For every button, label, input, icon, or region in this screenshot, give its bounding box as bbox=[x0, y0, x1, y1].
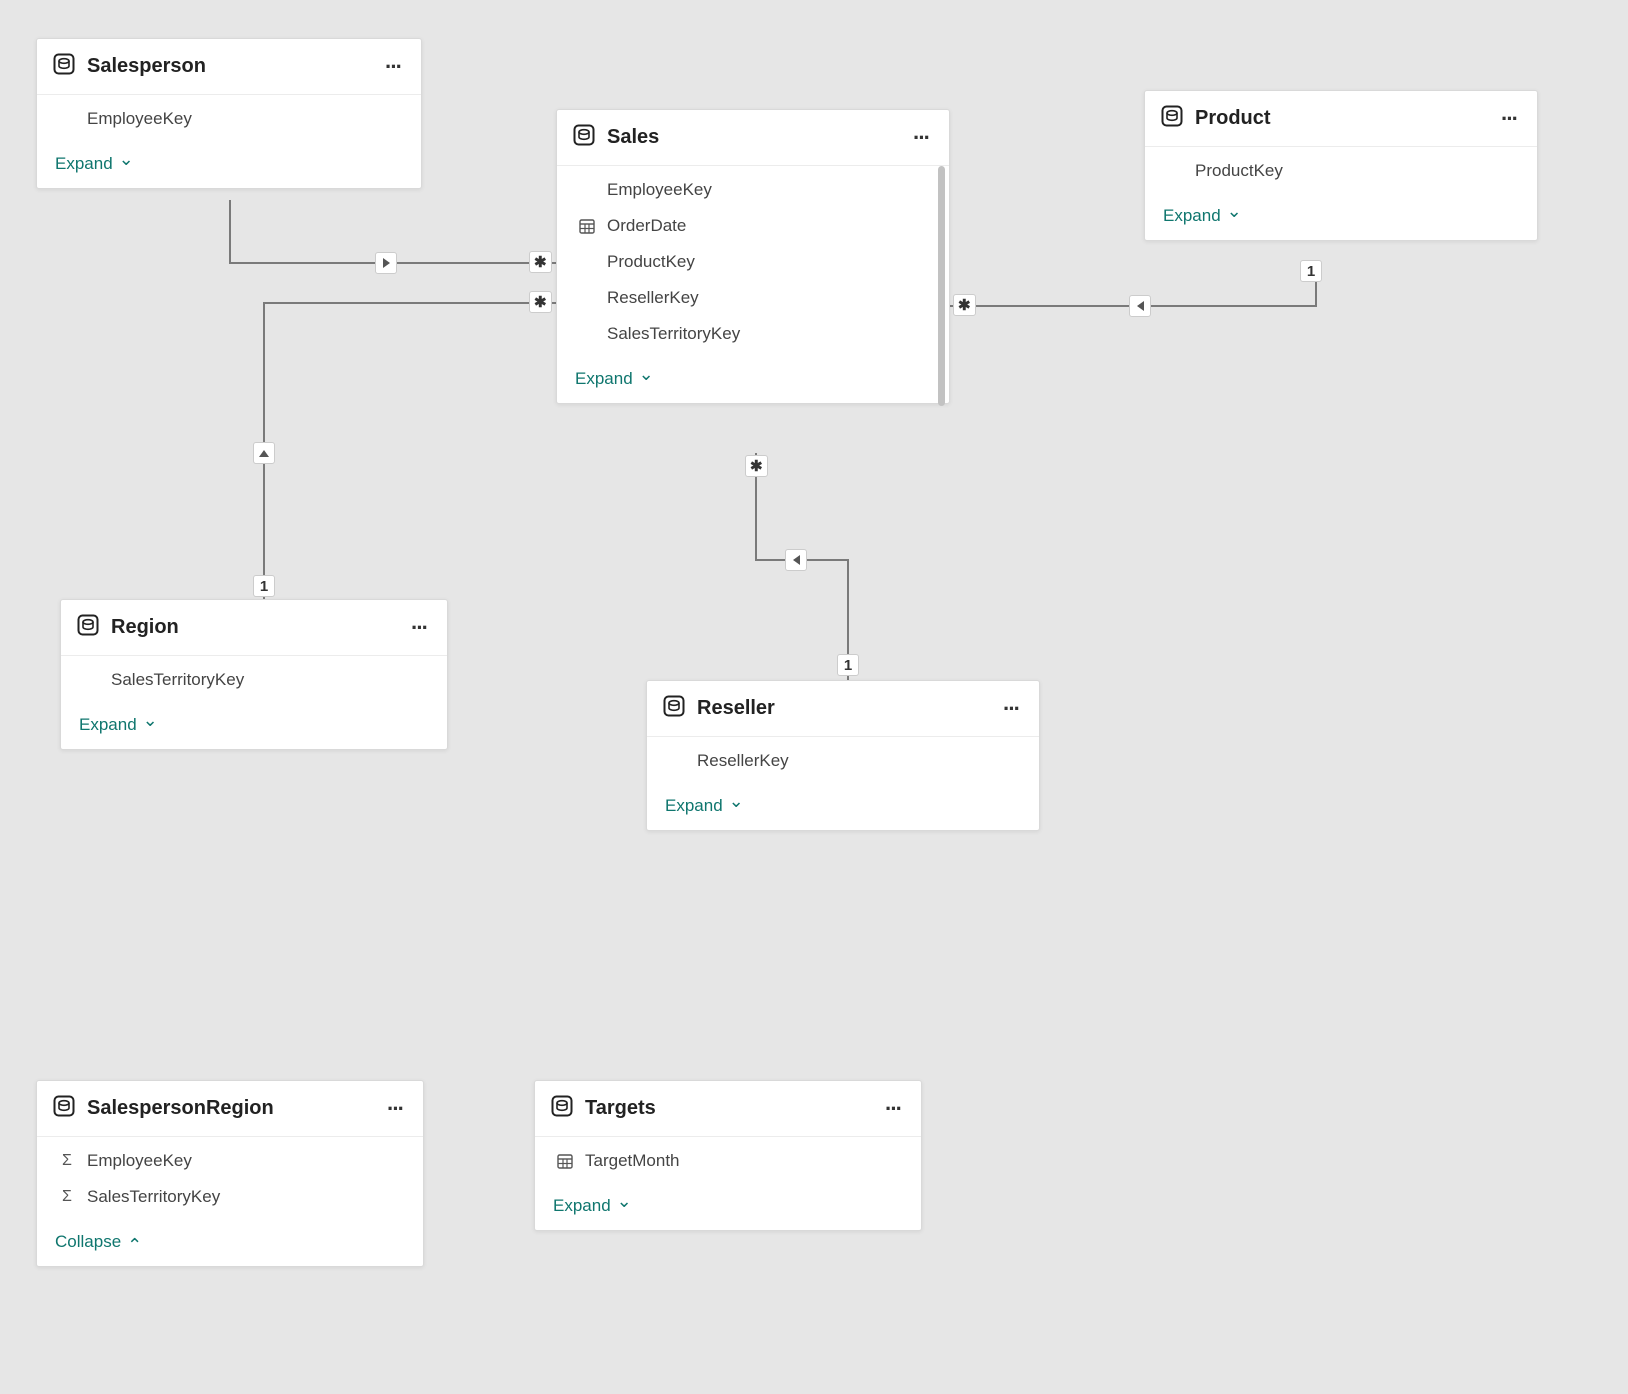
chevron-down-icon bbox=[143, 714, 158, 735]
cardinality-many: ✱ bbox=[745, 455, 768, 477]
table-icon bbox=[53, 53, 75, 80]
cardinality-many: ✱ bbox=[529, 251, 552, 273]
table-icon bbox=[53, 1095, 75, 1122]
field-row[interactable]: Σ SalesTerritoryKey bbox=[37, 1179, 423, 1215]
date-table-icon bbox=[555, 1153, 575, 1169]
filter-direction-arrow bbox=[1129, 295, 1151, 317]
table-title: Region bbox=[111, 616, 395, 639]
table-title: Salesperson bbox=[87, 55, 369, 78]
table-product[interactable]: Product ··· ProductKey Expand bbox=[1144, 90, 1538, 241]
collapse-toggle[interactable]: Collapse bbox=[55, 1231, 142, 1252]
table-title: Targets bbox=[585, 1097, 869, 1120]
scrollbar[interactable] bbox=[938, 166, 945, 406]
field-row[interactable]: ResellerKey bbox=[647, 743, 1039, 779]
cardinality-many: ✱ bbox=[529, 291, 552, 313]
more-options-button[interactable]: ··· bbox=[407, 624, 431, 632]
cardinality-one: 1 bbox=[253, 575, 275, 597]
filter-direction-arrow bbox=[785, 549, 807, 571]
field-row[interactable]: EmployeeKey bbox=[37, 101, 421, 137]
field-row[interactable]: Σ EmployeeKey bbox=[37, 1143, 423, 1179]
field-row[interactable]: OrderDate bbox=[557, 208, 949, 244]
more-options-button[interactable]: ··· bbox=[1497, 115, 1521, 123]
field-row[interactable]: ResellerKey bbox=[557, 280, 949, 316]
more-options-button[interactable]: ··· bbox=[999, 705, 1023, 713]
table-region[interactable]: Region ··· SalesTerritoryKey Expand bbox=[60, 599, 448, 750]
field-name: SalesTerritoryKey bbox=[607, 324, 740, 344]
field-name: EmployeeKey bbox=[87, 109, 192, 129]
more-options-button[interactable]: ··· bbox=[383, 1105, 407, 1113]
table-icon bbox=[1161, 105, 1183, 132]
filter-direction-arrow bbox=[253, 442, 275, 464]
field-row[interactable]: SalesTerritoryKey bbox=[557, 316, 949, 352]
chevron-down-icon bbox=[119, 153, 134, 174]
table-icon bbox=[77, 614, 99, 641]
field-name: EmployeeKey bbox=[607, 180, 712, 200]
more-options-button[interactable]: ··· bbox=[881, 1105, 905, 1113]
table-salespersonregion[interactable]: SalespersonRegion ··· Σ EmployeeKey Σ Sa… bbox=[36, 1080, 424, 1267]
field-name: TargetMonth bbox=[585, 1151, 680, 1171]
table-title: Product bbox=[1195, 107, 1485, 130]
field-name: ProductKey bbox=[607, 252, 695, 272]
table-reseller[interactable]: Reseller ··· ResellerKey Expand bbox=[646, 680, 1040, 831]
field-name: SalesTerritoryKey bbox=[87, 1187, 220, 1207]
field-name: OrderDate bbox=[607, 216, 686, 236]
chevron-down-icon bbox=[617, 1195, 632, 1216]
expand-toggle[interactable]: Expand bbox=[1163, 205, 1242, 226]
table-title: Sales bbox=[607, 126, 897, 149]
table-icon bbox=[573, 124, 595, 151]
field-row[interactable]: ProductKey bbox=[557, 244, 949, 280]
field-name: ResellerKey bbox=[697, 751, 789, 771]
expand-toggle[interactable]: Expand bbox=[665, 795, 744, 816]
table-icon bbox=[551, 1095, 573, 1122]
more-options-button[interactable]: ··· bbox=[909, 134, 933, 142]
model-canvas[interactable]: ✱ 1 ✱ 1 ✱ 1 ✱ Salesperson ··· EmployeeKe… bbox=[0, 0, 1628, 1394]
field-row[interactable]: EmployeeKey bbox=[557, 172, 949, 208]
filter-direction-arrow bbox=[375, 252, 397, 274]
table-title: Reseller bbox=[697, 697, 987, 720]
field-name: EmployeeKey bbox=[87, 1151, 192, 1171]
table-title: SalespersonRegion bbox=[87, 1097, 371, 1120]
expand-toggle[interactable]: Expand bbox=[79, 714, 158, 735]
sigma-icon: Σ bbox=[57, 1188, 77, 1206]
table-salesperson[interactable]: Salesperson ··· EmployeeKey Expand bbox=[36, 38, 422, 189]
cardinality-one: 1 bbox=[837, 654, 859, 676]
cardinality-one: 1 bbox=[1300, 260, 1322, 282]
table-icon bbox=[663, 695, 685, 722]
chevron-down-icon bbox=[639, 368, 654, 389]
expand-toggle[interactable]: Expand bbox=[55, 153, 134, 174]
table-targets[interactable]: Targets ··· TargetMonth Expand bbox=[534, 1080, 922, 1231]
field-name: ProductKey bbox=[1195, 161, 1283, 181]
date-table-icon bbox=[577, 218, 597, 234]
field-name: SalesTerritoryKey bbox=[111, 670, 244, 690]
expand-toggle[interactable]: Expand bbox=[553, 1195, 632, 1216]
field-row[interactable]: TargetMonth bbox=[535, 1143, 921, 1179]
chevron-down-icon bbox=[729, 795, 744, 816]
chevron-up-icon bbox=[127, 1231, 142, 1252]
cardinality-many: ✱ bbox=[953, 294, 976, 316]
more-options-button[interactable]: ··· bbox=[381, 63, 405, 71]
field-row[interactable]: SalesTerritoryKey bbox=[61, 662, 447, 698]
expand-toggle[interactable]: Expand bbox=[575, 368, 654, 389]
chevron-down-icon bbox=[1227, 205, 1242, 226]
sigma-icon: Σ bbox=[57, 1152, 77, 1170]
field-name: ResellerKey bbox=[607, 288, 699, 308]
table-sales[interactable]: Sales ··· EmployeeKey OrderDate ProductK… bbox=[556, 109, 950, 404]
field-row[interactable]: ProductKey bbox=[1145, 153, 1537, 189]
